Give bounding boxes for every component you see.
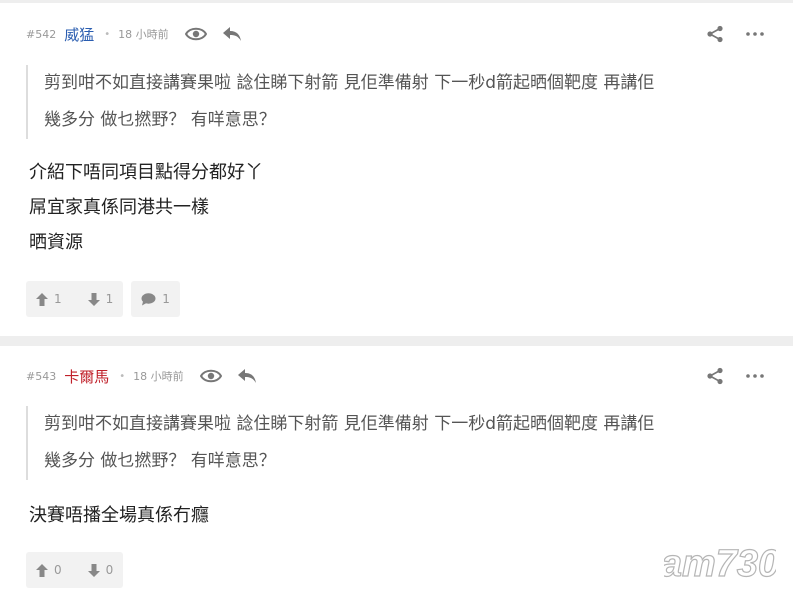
view-icon[interactable] bbox=[198, 365, 224, 387]
upvote-button[interactable]: 1 bbox=[26, 281, 72, 317]
post-actions bbox=[687, 365, 767, 387]
upvote-count: 0 bbox=[54, 563, 62, 577]
separator-dot: • bbox=[119, 370, 126, 382]
post-time: 18 小時前 bbox=[133, 370, 184, 383]
post-text-line: 晒資源 bbox=[29, 232, 83, 253]
quote-line: 剪到咁不如直接講賽果啦 諗住睇下射箭 見佢準備射 下一秒d箭起晒個靶度 再講佢 bbox=[44, 414, 655, 434]
arrow-up-icon bbox=[36, 563, 48, 577]
vote-bar: 1 1 1 bbox=[26, 281, 180, 317]
downvote-count: 1 bbox=[105, 292, 114, 306]
quoted-post: 剪到咁不如直接講賽果啦 諗住睇下射箭 見佢準備射 下一秒d箭起晒個靶度 再講佢 … bbox=[26, 406, 784, 480]
quote-line: 剪到咁不如直接講賽果啦 諗住睇下射箭 見佢準備射 下一秒d箭起晒個靶度 再講佢 bbox=[44, 73, 655, 93]
reply-icon[interactable] bbox=[234, 365, 260, 387]
quote-line: 幾多分 做乜撚野？ 有咩意思？ bbox=[44, 110, 276, 130]
more-icon[interactable] bbox=[743, 23, 767, 45]
username-link[interactable]: 威猛 bbox=[64, 24, 94, 45]
more-icon[interactable] bbox=[743, 365, 767, 387]
reply-count: 1 bbox=[162, 292, 170, 306]
arrow-down-icon bbox=[87, 563, 100, 577]
comment-icon bbox=[141, 292, 156, 305]
downvote-count: 0 bbox=[105, 563, 114, 577]
post-meta: #543 卡爾馬 • 18 小時前 bbox=[26, 365, 270, 387]
quote-line: 幾多分 做乜撚野？ 有咩意思？ bbox=[44, 451, 276, 471]
post-text-line: 屌宜家真係同港共一樣 bbox=[29, 197, 209, 218]
post-text-line: 介紹下唔同項目點得分都好丫 bbox=[29, 162, 263, 183]
post-body: 決賽唔播全場真係冇癮 bbox=[29, 498, 209, 533]
vote-bar: 0 0 bbox=[26, 552, 124, 588]
reply-icon[interactable] bbox=[219, 23, 245, 45]
post-actions bbox=[687, 23, 767, 45]
svg-text:am730: am730 bbox=[664, 543, 776, 584]
share-icon[interactable] bbox=[703, 23, 727, 45]
am730-watermark-logo: am730 bbox=[664, 542, 776, 584]
share-icon[interactable] bbox=[703, 365, 727, 387]
vote-buttons: 1 1 bbox=[26, 281, 124, 317]
arrow-up-icon bbox=[36, 292, 48, 306]
username-link[interactable]: 卡爾馬 bbox=[64, 366, 109, 387]
view-icon[interactable] bbox=[183, 23, 209, 45]
vote-buttons: 0 0 bbox=[26, 552, 124, 588]
post-text-line: 決賽唔播全場真係冇癮 bbox=[29, 505, 209, 526]
downvote-button[interactable]: 0 bbox=[78, 552, 124, 588]
upvote-count: 1 bbox=[54, 292, 62, 306]
comments-button[interactable]: 1 bbox=[131, 281, 180, 317]
arrow-down-icon bbox=[87, 292, 100, 306]
post-body: 介紹下唔同項目點得分都好丫 屌宜家真係同港共一樣 晒資源 bbox=[29, 155, 263, 260]
downvote-button[interactable]: 1 bbox=[78, 281, 124, 317]
post-542: #542 威猛 • 18 小時前 剪到咁不如直接講賽果啦 諗住睇下射箭 見佢準備… bbox=[0, 3, 793, 336]
separator-dot: • bbox=[104, 28, 111, 40]
quoted-post: 剪到咁不如直接講賽果啦 諗住睇下射箭 見佢準備射 下一秒d箭起晒個靶度 再講佢 … bbox=[26, 65, 784, 139]
upvote-button[interactable]: 0 bbox=[26, 552, 72, 588]
post-number: #543 bbox=[26, 369, 57, 383]
post-separator bbox=[0, 336, 793, 346]
post-meta: #542 威猛 • 18 小時前 bbox=[26, 23, 255, 45]
post-number: #542 bbox=[26, 27, 57, 41]
post-time: 18 小時前 bbox=[118, 28, 169, 41]
